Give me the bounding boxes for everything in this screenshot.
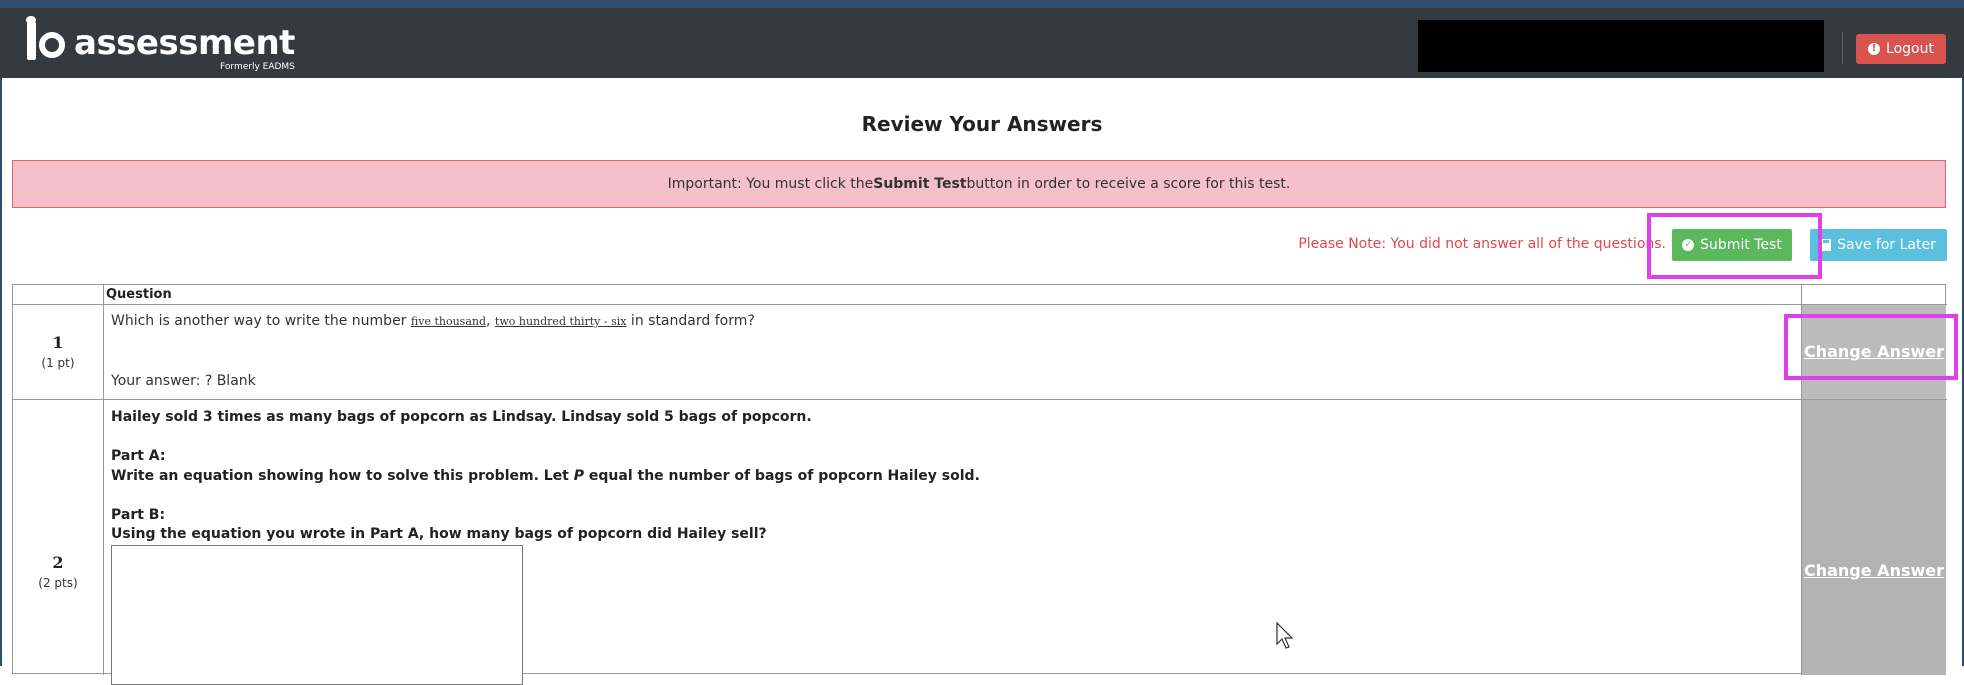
save-label: Save for Later [1837, 237, 1936, 253]
question-1-text: Which is another way to write the number… [111, 313, 755, 329]
exclamation-circle-icon: ! [1868, 43, 1881, 55]
logo-wordmark: assessment [74, 23, 295, 63]
logout-label: Logout [1886, 41, 1934, 57]
unanswered-note: Please Note: You did not answer all of t… [1298, 236, 1666, 252]
save-for-later-button[interactable]: Save for Later [1810, 229, 1947, 261]
submit-highlight-box [1647, 213, 1822, 279]
question-1-answer: Your answer: ? Blank [111, 373, 256, 389]
logout-button[interactable]: ! Logout [1856, 34, 1946, 64]
column-header-question: Question [106, 287, 172, 302]
alert-bold: Submit Test [873, 176, 967, 192]
app-header: assessment Formerly EADMS ! Logout [0, 8, 1964, 78]
page-title: Review Your Answers [861, 112, 1103, 136]
io-logo-mark-icon [24, 16, 70, 66]
change-answer-link-2[interactable]: Change Answer [1802, 561, 1946, 580]
question-2-answer-box[interactable] [111, 545, 523, 685]
question-number-1: 1 (1 pt) [41, 333, 75, 370]
header-divider [1842, 32, 1843, 64]
change-answer-highlight-box [1784, 314, 1958, 380]
top-strip [0, 0, 1964, 8]
alert-prefix: Important: You must click the [667, 176, 874, 192]
logo-subtitle: Formerly EADMS [220, 62, 295, 72]
question-2-text: Hailey sold 3 times as many bags of popc… [111, 409, 980, 542]
alert-suffix: button in order to receive a score for t… [966, 176, 1291, 192]
question-number-2: 2 (2 pts) [38, 553, 78, 590]
app-logo[interactable]: assessment Formerly EADMS [24, 16, 295, 74]
page-frame-left [0, 78, 2, 666]
floppy-disk-icon [1821, 239, 1832, 251]
review-table: Question 1 (1 pt) Which is another way t… [12, 284, 1947, 685]
redacted-user-area [1418, 20, 1824, 72]
submit-warning-alert: Important: You must click the Submit Tes… [12, 160, 1946, 208]
